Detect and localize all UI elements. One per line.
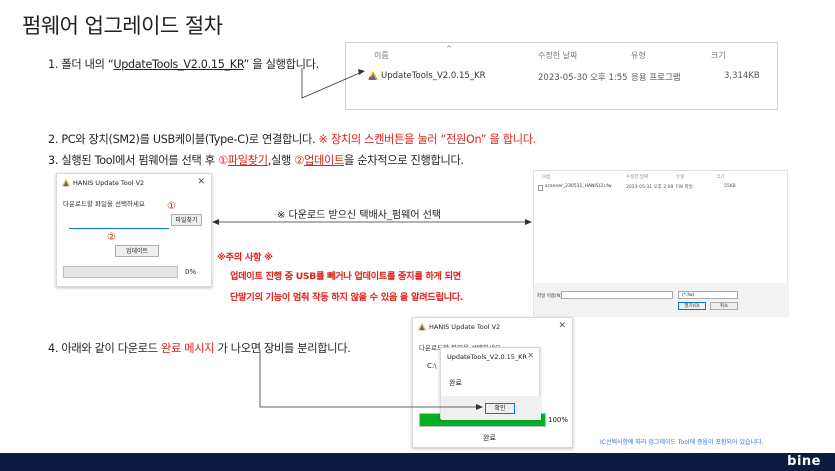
footer-bar — [0, 453, 835, 471]
arrow-step4 — [259, 350, 483, 410]
footnote: IC선택사항에 따라 업그레이드 Tool에 증음이 포함되어 있습니다. — [600, 439, 764, 446]
bine-logo: bine — [787, 454, 821, 469]
